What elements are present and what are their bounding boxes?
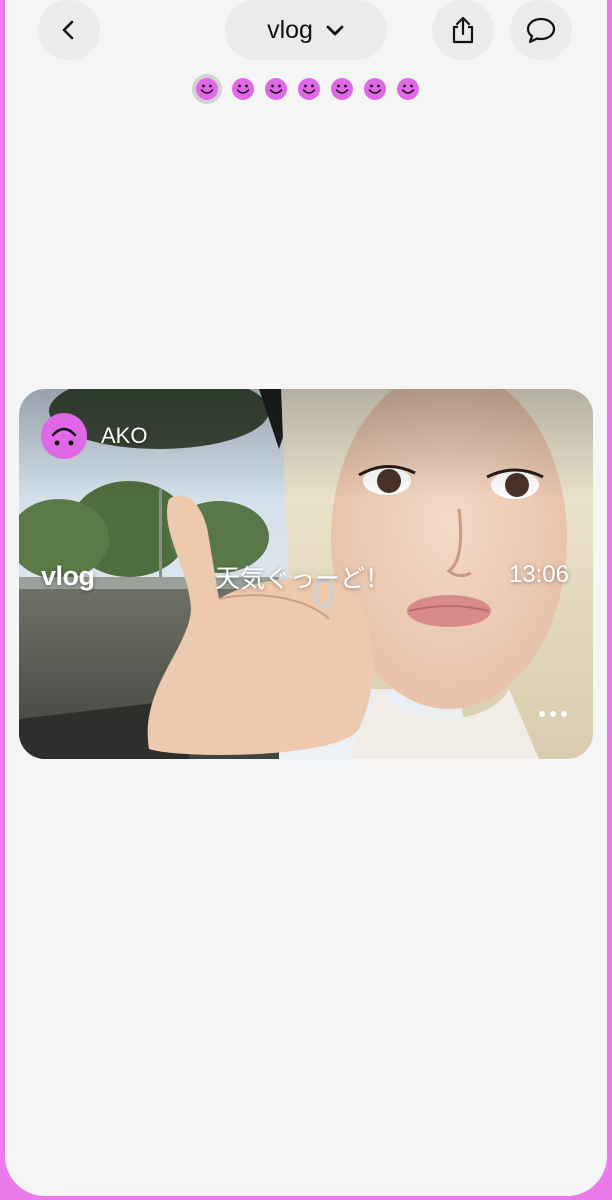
smiley-icon xyxy=(265,78,287,100)
page-indicator-4[interactable] xyxy=(297,77,321,101)
page-indicator-7[interactable] xyxy=(396,77,420,101)
smiley-icon xyxy=(397,78,419,100)
smiley-icon xyxy=(331,78,353,100)
post-caption: 天気ぐっーど！ xyxy=(215,565,391,593)
share-button[interactable] xyxy=(432,0,494,60)
chevron-down-icon xyxy=(326,25,344,36)
smiley-icon xyxy=(232,78,254,100)
vlog-card[interactable]: AKO vlog 天気ぐっーど！ 13:06 xyxy=(19,389,593,759)
page-indicator-3[interactable] xyxy=(264,77,288,101)
post-tag: vlog xyxy=(41,561,95,591)
album-title: vlog xyxy=(267,15,313,44)
back-button[interactable] xyxy=(38,0,100,60)
page-indicators xyxy=(5,74,607,104)
comment-button[interactable] xyxy=(510,0,572,60)
more-horizontal-icon xyxy=(561,711,567,717)
page-indicator-5[interactable] xyxy=(330,77,354,101)
more-horizontal-icon xyxy=(539,711,545,717)
app-screen: vlog AKO vlog 天気ぐっーど！ 13:06 xyxy=(5,0,607,1196)
more-options-button[interactable] xyxy=(535,707,571,721)
smiley-icon xyxy=(364,78,386,100)
share-icon xyxy=(452,16,474,44)
page-indicator-2[interactable] xyxy=(231,77,255,101)
smiley-icon xyxy=(196,78,218,100)
more-horizontal-icon xyxy=(550,711,556,717)
page-indicator-1[interactable] xyxy=(192,74,222,104)
upside-down-smiley-icon xyxy=(41,413,87,459)
speech-bubble-icon xyxy=(526,17,556,44)
smiley-icon xyxy=(298,78,320,100)
album-selector[interactable]: vlog xyxy=(225,0,387,60)
chevron-left-icon xyxy=(62,20,74,40)
post-username: AKO xyxy=(101,423,148,448)
page-indicator-6[interactable] xyxy=(363,77,387,101)
post-time: 13:06 xyxy=(508,561,569,588)
